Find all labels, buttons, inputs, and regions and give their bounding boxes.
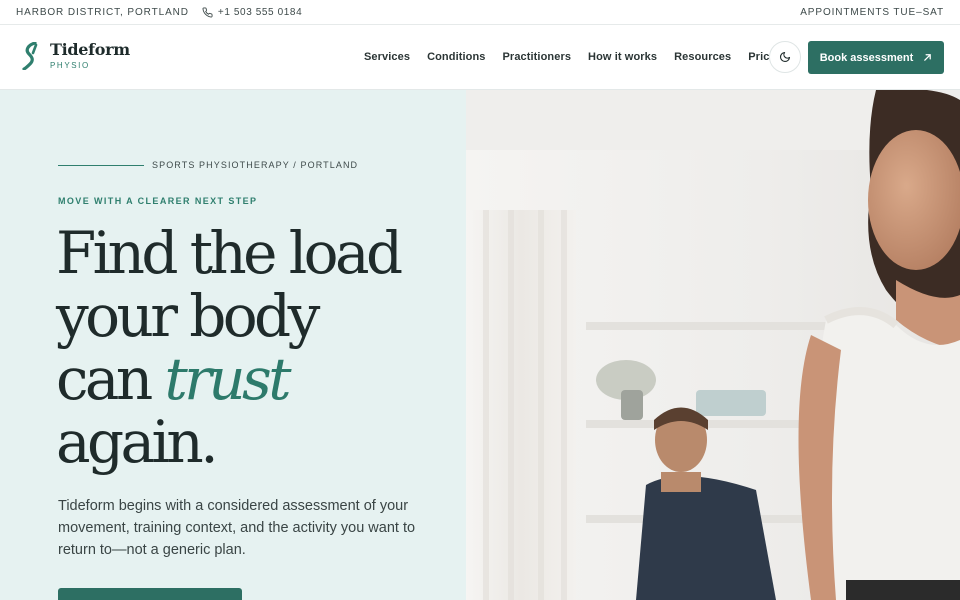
headline-line-2: your body [56,282,320,350]
main-nav: Services Conditions Practitioners How it… [364,25,786,89]
book-assessment-button[interactable]: Book assessment [808,41,944,74]
brand-wordmark: Tideform PHYSIO [50,42,130,70]
hero-kicker: MOVE WITH A CLEARER NEXT STEP [58,196,258,206]
hero-lede: Tideform begins with a considered assess… [58,498,416,558]
headline-accent-word: trust [164,345,291,413]
arrow-up-right-icon [924,54,932,61]
hero-cta-button[interactable] [58,588,242,600]
nav-how-it-works[interactable]: How it works [588,51,657,63]
headline-line-1: Find the load [56,219,403,287]
phone-number: +1 503 555 0184 [217,6,303,18]
nav-services[interactable]: Services [364,51,410,63]
location-text: HARBOR DISTRICT, PORTLAND [16,6,189,18]
wave-s-logo-icon [22,42,38,70]
hero-photo [466,90,960,600]
book-assessment-label: Book assessment [819,51,914,64]
utility-bar: HARBOR DISTRICT, PORTLAND +1 503 555 018… [0,0,960,25]
moon-icon [779,51,791,63]
nav-resources[interactable]: Resources [674,51,731,63]
nav-practitioners[interactable]: Practitioners [503,51,572,63]
hero-headline: Find the load your body can trust again. [56,222,456,474]
hero-eyebrow: SPORTS PHYSIOTHERAPY / PORTLAND [152,160,359,170]
utility-left: HARBOR DISTRICT, PORTLAND +1 503 555 018… [16,7,302,18]
headline-line-4: again. [56,408,219,476]
eyebrow-rule [58,165,144,166]
headline-line-3a: can [56,345,153,413]
brand-name: Tideform [50,40,130,59]
brand-sub: PHYSIO [50,61,90,70]
site-header: Tideform PHYSIO Services Conditions Prac… [0,25,960,90]
hero-panel: SPORTS PHYSIOTHERAPY / PORTLAND MOVE WIT… [0,90,466,600]
appointments-hours: APPOINTMENTS TUE–SAT [800,6,944,18]
phone-link[interactable]: +1 503 555 0184 [202,7,302,18]
clinic-photo-illustration [466,90,960,600]
brand-logo[interactable]: Tideform PHYSIO [22,42,130,70]
phone-icon [202,6,213,17]
nav-conditions[interactable]: Conditions [427,51,485,63]
theme-toggle-button[interactable] [769,41,801,73]
